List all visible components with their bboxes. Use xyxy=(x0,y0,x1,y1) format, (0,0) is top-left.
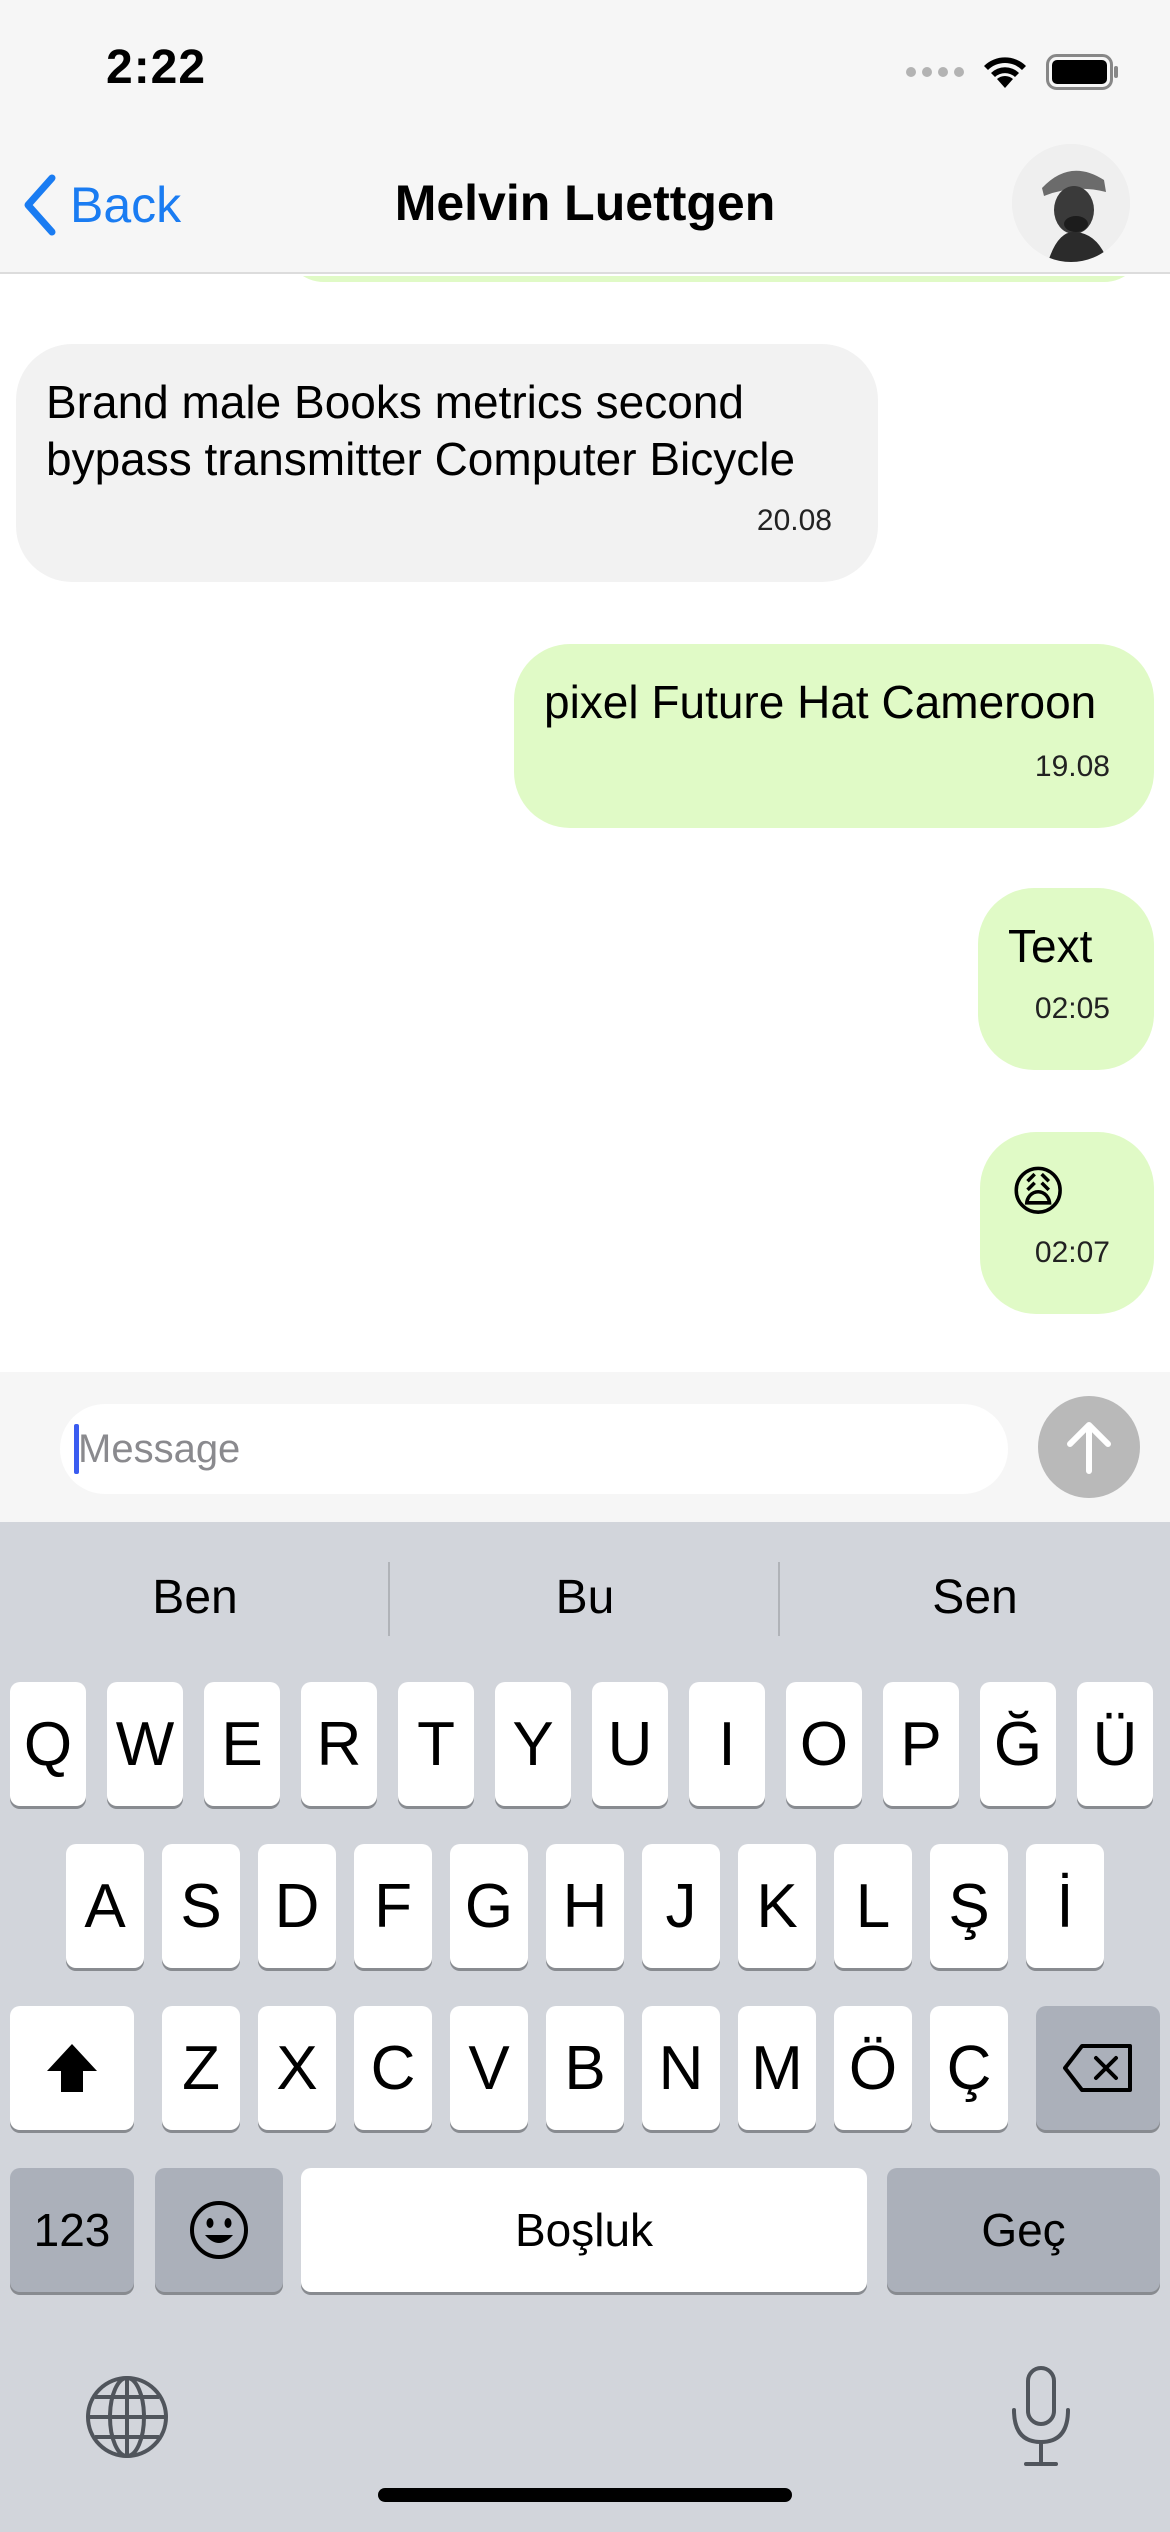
key-y[interactable]: Y xyxy=(495,1682,571,1806)
message-text: Brand male Books metrics second bypass t… xyxy=(46,376,796,485)
message-emoji: 😩 xyxy=(1010,1162,1067,1222)
key-m[interactable]: M xyxy=(738,2006,816,2130)
message-composer xyxy=(0,1372,1170,1522)
message-time: 20.08 xyxy=(756,504,832,537)
key-k[interactable]: K xyxy=(738,1844,816,1968)
emoji-icon xyxy=(190,2201,248,2259)
key-i[interactable]: I xyxy=(689,1682,765,1806)
wifi-icon xyxy=(984,57,1026,88)
key-j[interactable]: J xyxy=(642,1844,720,1968)
message-text: Text xyxy=(1008,920,1093,972)
text-caret xyxy=(74,1424,79,1474)
key-b[interactable]: B xyxy=(546,2006,624,2130)
key-g[interactable]: G xyxy=(450,1844,528,1968)
message-bubble-partial xyxy=(284,276,1144,282)
key-s[interactable]: S xyxy=(162,1844,240,1968)
suggestion-divider xyxy=(778,1562,780,1636)
home-indicator[interactable] xyxy=(378,2488,792,2502)
battery-icon xyxy=(1046,54,1118,90)
suggestion-item[interactable]: Bu xyxy=(390,1522,780,1672)
key-u[interactable]: U xyxy=(592,1682,668,1806)
return-key[interactable]: Geç xyxy=(887,2168,1160,2292)
arrow-up-icon xyxy=(1067,1422,1111,1474)
key-o-umlaut[interactable]: Ö xyxy=(834,2006,912,2130)
message-bubble-incoming[interactable]: Brand male Books metrics second bypass t… xyxy=(16,344,878,582)
status-bar: 2:22 xyxy=(0,0,1170,140)
status-icons xyxy=(906,52,1120,92)
navigation-bar: Back Melvin Luettgen xyxy=(0,140,1170,274)
key-t[interactable]: T xyxy=(398,1682,474,1806)
suggestion-item[interactable]: Ben xyxy=(0,1522,390,1672)
globe-icon xyxy=(86,2376,168,2458)
suggestion-divider xyxy=(388,1562,390,1636)
key-i-dotted[interactable]: İ xyxy=(1026,1844,1104,1968)
key-s-cedilla[interactable]: Ş xyxy=(930,1844,1008,1968)
key-d[interactable]: D xyxy=(258,1844,336,1968)
key-p[interactable]: P xyxy=(883,1682,959,1806)
key-u-umlaut[interactable]: Ü xyxy=(1077,1682,1153,1806)
key-q[interactable]: Q xyxy=(10,1682,86,1806)
message-time: 02:05 xyxy=(1034,992,1110,1025)
suggestion-bar: Ben Bu Sen xyxy=(0,1522,1170,1672)
key-x[interactable]: X xyxy=(258,2006,336,2130)
key-h[interactable]: H xyxy=(546,1844,624,1968)
key-c-cedilla[interactable]: Ç xyxy=(930,2006,1008,2130)
key-n[interactable]: N xyxy=(642,2006,720,2130)
message-bubble-outgoing[interactable]: Text 02:05 xyxy=(978,888,1154,1070)
space-key[interactable]: Boşluk xyxy=(301,2168,867,2292)
conversation-title: Melvin Luettgen xyxy=(394,175,776,231)
key-g-breve[interactable]: Ğ xyxy=(980,1682,1056,1806)
status-time: 2:22 xyxy=(106,41,207,94)
key-a[interactable]: A xyxy=(66,1844,144,1968)
microphone-icon xyxy=(1012,2366,1070,2466)
delete-key[interactable] xyxy=(1036,2006,1160,2130)
key-e[interactable]: E xyxy=(204,1682,280,1806)
send-button[interactable] xyxy=(1038,1396,1140,1498)
message-time: 02:07 xyxy=(1034,1236,1110,1269)
message-time: 19.08 xyxy=(1034,750,1110,783)
shift-key[interactable] xyxy=(10,2006,134,2130)
avatar-image xyxy=(1012,144,1130,262)
message-bubble-outgoing[interactable]: 😩 02:07 xyxy=(980,1132,1154,1314)
message-bubble-outgoing[interactable]: pixel Future Hat Cameroon 19.08 xyxy=(514,644,1154,828)
dictation-button[interactable] xyxy=(1006,2364,1076,2470)
avatar[interactable] xyxy=(1012,144,1130,262)
message-text: pixel Future Hat Cameroon xyxy=(544,676,1097,728)
keyboard: Ben Bu Sen Q W E R T Y U I O P Ğ Ü A S D… xyxy=(0,1522,1170,2532)
key-l[interactable]: L xyxy=(834,1844,912,1968)
message-input[interactable] xyxy=(60,1404,1008,1494)
key-z[interactable]: Z xyxy=(162,2006,240,2130)
suggestion-item[interactable]: Sen xyxy=(780,1522,1170,1672)
emoji-key[interactable] xyxy=(155,2168,283,2292)
key-o[interactable]: O xyxy=(786,1682,862,1806)
numbers-key[interactable]: 123 xyxy=(10,2168,134,2292)
shift-icon xyxy=(47,2044,97,2092)
key-r[interactable]: R xyxy=(301,1682,377,1806)
globe-button[interactable] xyxy=(82,2372,172,2462)
key-f[interactable]: F xyxy=(354,1844,432,1968)
key-v[interactable]: V xyxy=(450,2006,528,2130)
key-w[interactable]: W xyxy=(107,1682,183,1806)
key-c[interactable]: C xyxy=(354,2006,432,2130)
delete-icon xyxy=(1063,2044,1132,2092)
chat-area[interactable]: Brand male Books metrics second bypass t… xyxy=(0,276,1170,1372)
cellular-signal-icon xyxy=(906,67,964,77)
